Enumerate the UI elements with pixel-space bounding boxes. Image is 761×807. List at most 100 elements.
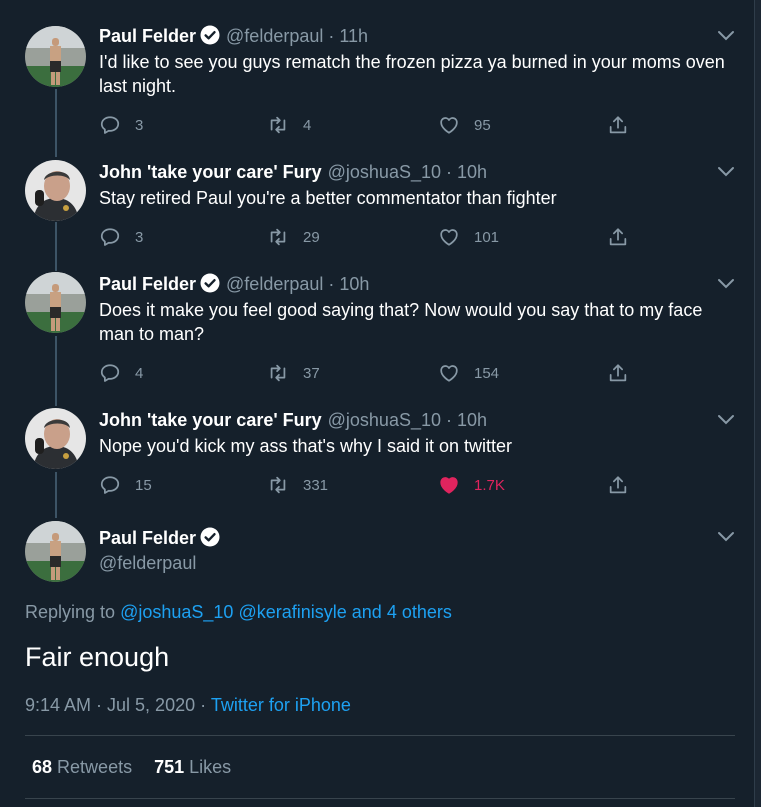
tweet-header: Paul Felder @felderpaul · 11h bbox=[99, 24, 368, 48]
reply-button[interactable]: 4 bbox=[99, 361, 143, 385]
retweets-label: Retweets bbox=[57, 757, 133, 777]
avatar-john-fury[interactable] bbox=[25, 160, 86, 221]
retweets-count: 68 bbox=[32, 757, 53, 777]
reply-button[interactable]: 3 bbox=[99, 225, 143, 249]
retweet-icon bbox=[270, 476, 286, 494]
reply-count: 15 bbox=[135, 476, 152, 494]
separator-dot: · bbox=[441, 410, 457, 430]
scrollbar-track[interactable] bbox=[754, 0, 761, 807]
tweet[interactable]: John 'take your care' Fury @joshuaS_10 · … bbox=[0, 160, 752, 260]
retweet-count: 29 bbox=[303, 228, 320, 246]
like-count: 101 bbox=[474, 228, 500, 246]
chevron-down-icon[interactable] bbox=[717, 414, 735, 426]
chevron-down-icon[interactable] bbox=[717, 278, 735, 290]
retweet-button[interactable]: 331 bbox=[267, 473, 328, 497]
heart-icon bbox=[440, 477, 458, 494]
verified-badge-icon bbox=[200, 25, 220, 45]
user-handle[interactable]: @felderpaul bbox=[226, 26, 323, 46]
retweet-icon bbox=[270, 116, 286, 134]
display-name[interactable]: Paul Felder bbox=[99, 274, 196, 294]
tweet-time[interactable]: 10h bbox=[339, 274, 369, 294]
avatar-paul-felder[interactable] bbox=[25, 272, 86, 333]
reply-icon bbox=[100, 364, 120, 382]
replying-to: Replying to @joshuaS_10 @kerafinisyle an… bbox=[25, 600, 452, 624]
tweet[interactable]: Paul Felder @felderpaul · 10h Does it mak… bbox=[0, 272, 752, 392]
avatar-paul-felder[interactable] bbox=[25, 26, 86, 87]
engagement-stats: 68 Retweets 751 Likes bbox=[32, 755, 231, 779]
tweet-source-link[interactable]: Twitter for iPhone bbox=[211, 695, 351, 715]
tweet-meta: 9:14 AM · Jul 5, 2020 · Twitter for iPho… bbox=[25, 693, 351, 717]
separator-dot: · bbox=[441, 162, 457, 182]
display-name[interactable]: Paul Felder bbox=[99, 26, 196, 46]
replying-user-link[interactable]: @joshuaS_10 bbox=[120, 602, 233, 622]
retweet-button[interactable]: 4 bbox=[267, 113, 311, 137]
main-name-text[interactable]: Paul Felder bbox=[99, 528, 196, 548]
verified-badge-icon bbox=[200, 273, 220, 293]
like-button[interactable]: 95 bbox=[438, 113, 491, 137]
share-icon bbox=[609, 228, 627, 246]
tweet-time[interactable]: 11h bbox=[339, 26, 368, 46]
replying-others-link[interactable]: 4 others bbox=[387, 602, 452, 622]
share-icon bbox=[609, 476, 627, 494]
tweet-time[interactable]: 10h bbox=[457, 410, 487, 430]
replying-prefix: Replying to bbox=[25, 602, 116, 622]
main-user-handle[interactable]: @felderpaul bbox=[99, 551, 196, 575]
user-handle[interactable]: @joshuaS_10 bbox=[328, 162, 441, 182]
chevron-down-icon[interactable] bbox=[717, 166, 735, 178]
display-name[interactable]: John 'take your care' Fury bbox=[99, 410, 322, 430]
main-display-name[interactable]: Paul Felder bbox=[99, 526, 220, 550]
reply-count: 3 bbox=[135, 116, 144, 134]
replying-and[interactable]: and bbox=[352, 602, 382, 622]
tweet-header: John 'take your care' Fury @joshuaS_10 · … bbox=[99, 160, 487, 184]
tweet-text: Nope you'd kick my ass that's why I said… bbox=[99, 436, 513, 456]
avatar-john-fury[interactable] bbox=[25, 408, 86, 469]
retweets-stat[interactable]: 68 Retweets bbox=[32, 755, 132, 779]
separator-dot: · bbox=[323, 274, 340, 294]
share-button[interactable] bbox=[607, 113, 629, 137]
chevron-down-icon[interactable] bbox=[717, 30, 735, 42]
reply-count: 4 bbox=[135, 364, 144, 382]
separator-dot: · bbox=[323, 26, 340, 46]
divider bbox=[25, 735, 735, 736]
retweet-button[interactable]: 37 bbox=[267, 361, 320, 385]
tweet-text: I'd like to see you guys rematch the fro… bbox=[99, 52, 725, 96]
reply-button[interactable]: 15 bbox=[99, 473, 152, 497]
user-handle[interactable]: @felderpaul bbox=[226, 274, 323, 294]
share-button[interactable] bbox=[607, 361, 629, 385]
tweet-actions: 3 29 101 bbox=[99, 225, 639, 249]
reply-button[interactable]: 3 bbox=[99, 113, 143, 137]
like-button[interactable]: 101 bbox=[438, 225, 499, 249]
tweet-text: Does it make you feel good saying that? … bbox=[99, 300, 703, 344]
avatar-paul-felder[interactable] bbox=[25, 521, 86, 582]
likes-count: 751 bbox=[154, 757, 185, 777]
share-icon bbox=[609, 116, 627, 134]
like-button[interactable]: 154 bbox=[438, 361, 499, 385]
likes-stat[interactable]: 751 Likes bbox=[154, 755, 231, 779]
heart-icon bbox=[440, 117, 458, 134]
like-count: 95 bbox=[474, 116, 491, 134]
reply-count: 3 bbox=[135, 228, 144, 246]
reply-icon bbox=[100, 476, 120, 494]
tweet-text: Stay retired Paul you're a better commen… bbox=[99, 188, 557, 208]
share-button[interactable] bbox=[607, 225, 629, 249]
chevron-down-icon[interactable] bbox=[717, 531, 735, 543]
retweet-icon bbox=[270, 364, 286, 382]
tweet-actions: 4 37 154 bbox=[99, 361, 639, 385]
user-handle[interactable]: @joshuaS_10 bbox=[328, 410, 441, 430]
divider bbox=[25, 798, 735, 799]
tweet-actions: 3 4 95 bbox=[99, 113, 639, 137]
display-name[interactable]: John 'take your care' Fury bbox=[99, 162, 322, 182]
tweet[interactable]: John 'take your care' Fury @joshuaS_10 · … bbox=[0, 408, 752, 508]
retweet-count: 37 bbox=[303, 364, 320, 382]
retweet-button[interactable]: 29 bbox=[267, 225, 320, 249]
replying-user-link[interactable]: @kerafinisyle bbox=[238, 602, 346, 622]
tweet-timestamp[interactable]: 9:14 AM · Jul 5, 2020 bbox=[25, 695, 195, 715]
like-button[interactable]: 1.7K bbox=[438, 473, 505, 497]
reply-icon bbox=[100, 116, 120, 134]
share-button[interactable] bbox=[607, 473, 629, 497]
tweet-time[interactable]: 10h bbox=[457, 162, 487, 182]
retweet-count: 4 bbox=[303, 116, 312, 134]
tweet[interactable]: Paul Felder @felderpaul · 11h I'd like to… bbox=[0, 24, 752, 144]
likes-label: Likes bbox=[189, 757, 232, 777]
like-count: 1.7K bbox=[474, 476, 505, 494]
